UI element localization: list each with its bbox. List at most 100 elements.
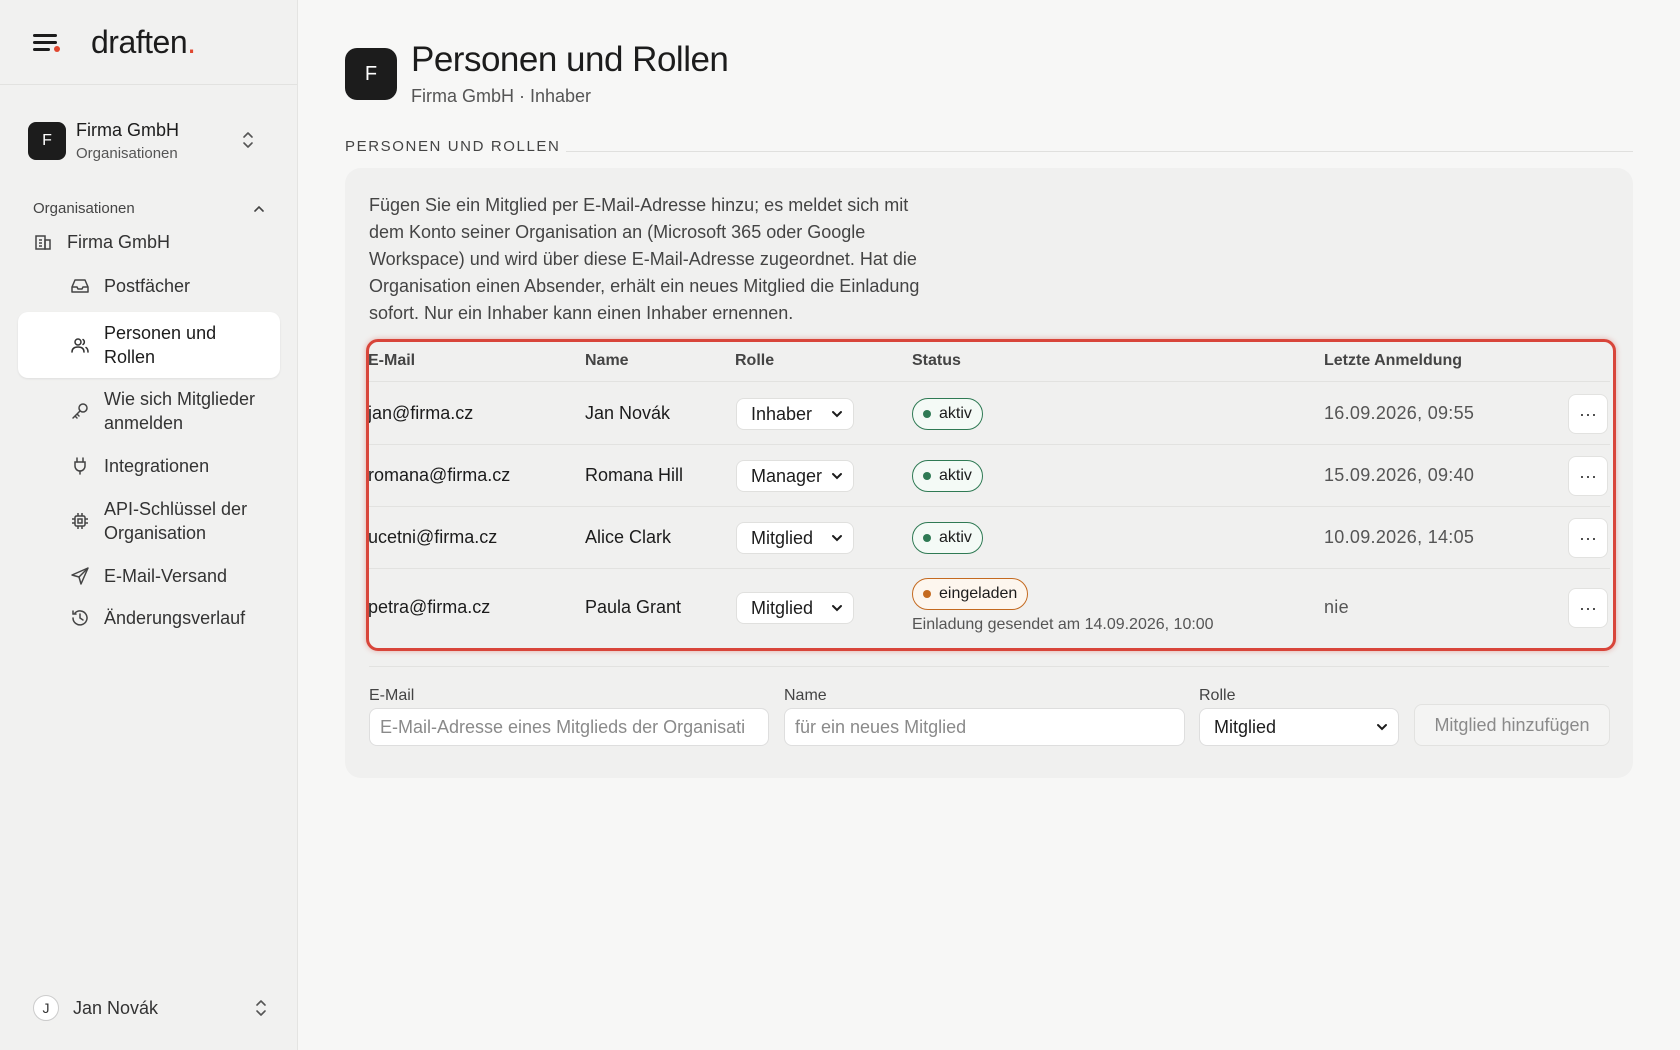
row-last-login: nie [1324, 597, 1349, 617]
sidebar-item-label: Personen und Rollen [104, 322, 217, 367]
row-divider [368, 506, 1610, 507]
row-divider [368, 568, 1610, 569]
sidebar: draften. F Firma GmbH Organisationen Org… [0, 0, 298, 1050]
sidebar-item-email-versand[interactable]: E-Mail-Versand [70, 562, 270, 590]
menu-icon[interactable] [33, 32, 60, 52]
user-avatar: J [33, 995, 59, 1021]
status-badge: aktiv [912, 522, 983, 554]
chevron-down-icon [832, 605, 842, 612]
column-header-name: Name [585, 352, 629, 369]
sidebar-section-header[interactable]: Organisationen [33, 200, 265, 217]
role-select[interactable]: Mitglied [736, 522, 854, 554]
chevron-down-icon [832, 411, 842, 418]
form-divider [369, 666, 1609, 667]
send-icon [71, 567, 89, 585]
sidebar-item-anmelden[interactable]: Wie sich Mitglieder anmelden [70, 386, 270, 436]
chevron-down-icon [1377, 724, 1387, 731]
users-icon [71, 338, 89, 353]
name-field[interactable]: für ein neues Mitglied [784, 708, 1185, 746]
column-header-role: Rolle [735, 352, 775, 369]
chevron-updown-icon [256, 1000, 266, 1016]
building-icon [35, 235, 51, 250]
status-dot-icon [923, 534, 931, 542]
name-label: Name [784, 687, 827, 704]
logo[interactable]: draften. [91, 24, 196, 61]
row-email: petra@firma.cz [368, 597, 491, 617]
chevron-down-icon [832, 535, 842, 542]
page-avatar: F [345, 48, 397, 100]
sidebar-item-aenderungsverlauf[interactable]: Änderungsverlauf [70, 604, 270, 632]
row-divider [368, 444, 1610, 445]
column-header-last-login: Letzte Anmeldung [1324, 352, 1463, 369]
org-subtitle: Organisationen [76, 145, 178, 162]
status-badge: eingeladen [912, 578, 1029, 610]
sidebar-item-label: Änderungsverlauf [104, 607, 246, 628]
row-name: Paula Grant [585, 597, 682, 617]
status-badge: aktiv [912, 460, 983, 492]
role-dropdown-value: Mitglied [1214, 716, 1277, 737]
row-more-button[interactable]: ··· [1568, 588, 1608, 628]
user-name: Jan Novák [73, 997, 159, 1018]
row-more-button[interactable]: ··· [1568, 394, 1608, 434]
page-subtitle: Firma GmbH · Inhaber [411, 86, 592, 106]
sidebar-item-api-keys[interactable]: API-Schlüssel der Organisation [70, 496, 270, 546]
role-select-value: Inhaber [751, 403, 813, 424]
status-label: eingeladen [939, 585, 1018, 602]
row-more-button[interactable]: ··· [1568, 518, 1608, 558]
role-select[interactable]: Manager [736, 460, 854, 492]
sidebar-item-label: Firma GmbH [67, 231, 170, 252]
brand-bar: draften. [0, 0, 297, 85]
sidebar-item-org[interactable]: Firma GmbH [33, 228, 273, 256]
section-divider [566, 151, 1633, 152]
sidebar-item-integrationen[interactable]: Integrationen [70, 452, 270, 480]
section-label: PERSONEN UND ROLLEN [345, 138, 561, 155]
row-name: Alice Clark [585, 527, 672, 547]
org-name: Firma GmbH [76, 120, 179, 140]
status-dot-icon [923, 472, 931, 480]
org-switcher[interactable]: F Firma GmbH Organisationen [28, 116, 273, 166]
role-select-value: Mitglied [751, 527, 814, 548]
inbox-icon [71, 279, 89, 293]
status-label: aktiv [939, 529, 972, 546]
user-switcher[interactable]: J Jan Novák [33, 994, 268, 1022]
sidebar-item-label: E-Mail-Versand [104, 565, 228, 586]
key-icon [72, 403, 88, 419]
column-header-email: E-Mail [368, 352, 416, 369]
chevron-updown-icon [243, 132, 253, 148]
status-dot-icon [923, 590, 931, 598]
row-name: Jan Novák [585, 403, 671, 423]
role-label: Rolle [1199, 687, 1236, 704]
sidebar-item-label: Wie sich Mitglieder anmelden [104, 388, 256, 433]
chevron-down-icon [832, 473, 842, 480]
sidebar-item-personen-rollen[interactable]: Personen und Rollen [18, 312, 280, 378]
role-dropdown[interactable]: Mitglied [1199, 708, 1399, 746]
row-email: jan@firma.cz [368, 403, 474, 423]
add-member-button[interactable]: Mitglied hinzufügen [1414, 704, 1610, 746]
intro-text: Fügen Sie ein Mitglied per E-Mail-Adress… [369, 195, 920, 323]
sidebar-item-postfaecher[interactable]: Postfächer [70, 272, 270, 300]
email-field[interactable]: E-Mail-Adresse eines Mitglieds der Organ… [369, 708, 769, 746]
status-label: aktiv [939, 405, 972, 422]
role-select-value: Manager [751, 465, 823, 486]
column-header-status: Status [912, 352, 961, 369]
row-last-login: 16.09.2026, 09:55 [1324, 403, 1475, 423]
role-select[interactable]: Mitglied [736, 592, 854, 624]
row-more-button[interactable]: ··· [1568, 456, 1608, 496]
row-email: romana@firma.cz [368, 465, 511, 485]
sidebar-item-label: Integrationen [104, 455, 210, 476]
sidebar-item-label: Postfächer [104, 275, 191, 296]
email-label: E-Mail [369, 687, 415, 704]
row-last-login: 10.09.2026, 14:05 [1324, 527, 1475, 547]
history-icon [72, 610, 88, 626]
chevron-up-icon [254, 205, 264, 212]
plug-icon [74, 457, 86, 475]
page-title: Personen und Rollen [411, 40, 729, 79]
status-label: aktiv [939, 467, 972, 484]
status-dot-icon [923, 410, 931, 418]
sidebar-section-label: Organisationen [33, 200, 135, 217]
row-divider [368, 381, 1610, 382]
row-last-login: 15.09.2026, 09:40 [1324, 465, 1475, 485]
status-badge: aktiv [912, 398, 983, 430]
chip-icon [72, 513, 88, 529]
role-select[interactable]: Inhaber [736, 398, 854, 430]
